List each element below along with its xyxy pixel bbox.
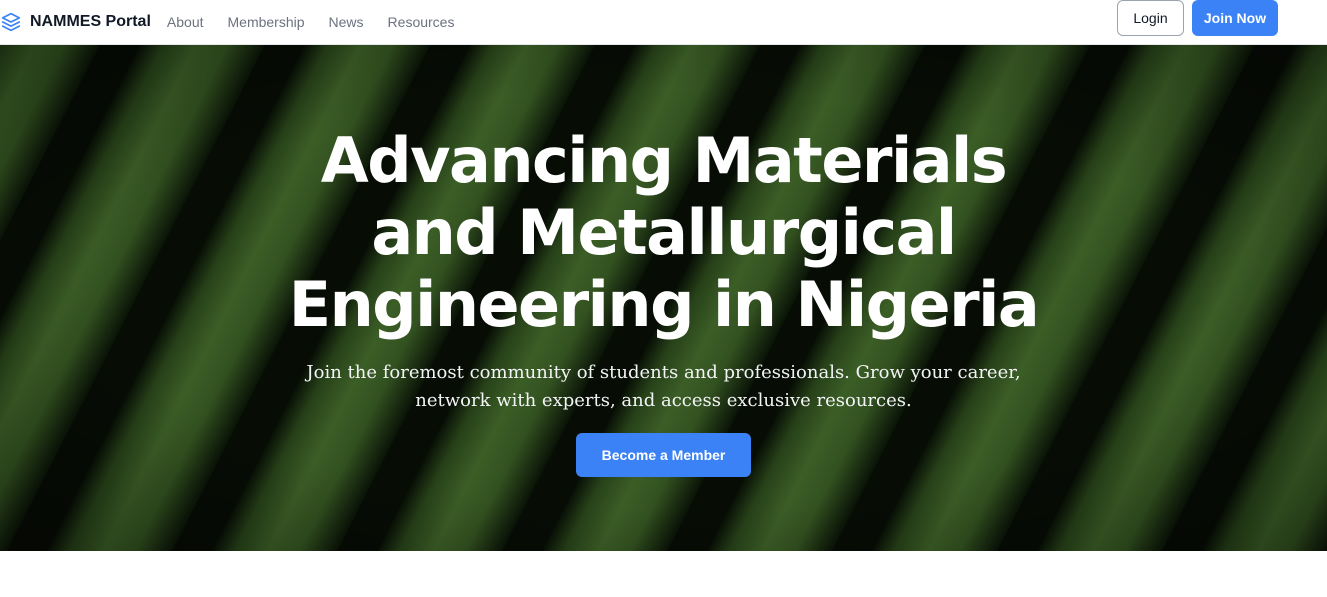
- hero-title: Advancing Materials and Metallurgical En…: [288, 124, 1040, 341]
- content-area: [0, 551, 1327, 597]
- nav-link-membership[interactable]: Membership: [228, 14, 305, 30]
- top-navbar: NAMMES Portal About Membership News Reso…: [0, 0, 1327, 45]
- hero-content: Advancing Materials and Metallurgical En…: [0, 45, 1327, 551]
- hero-section: Advancing Materials and Metallurgical En…: [0, 45, 1327, 551]
- brand-name: NAMMES Portal: [30, 13, 151, 30]
- nav-link-resources[interactable]: Resources: [388, 14, 455, 30]
- become-member-button[interactable]: Become a Member: [576, 433, 751, 477]
- nav-link-news[interactable]: News: [329, 14, 364, 30]
- hero-subtitle: Join the foremost community of students …: [306, 362, 1021, 411]
- brand[interactable]: NAMMES Portal: [0, 0, 151, 44]
- join-now-button[interactable]: Join Now: [1192, 0, 1278, 36]
- login-button[interactable]: Login: [1117, 0, 1184, 36]
- nav-link-about[interactable]: About: [167, 14, 204, 30]
- main-nav: About Membership News Resources: [167, 0, 479, 44]
- auth-actions: Login Join Now: [1117, 0, 1278, 36]
- layers-icon: [0, 11, 22, 33]
